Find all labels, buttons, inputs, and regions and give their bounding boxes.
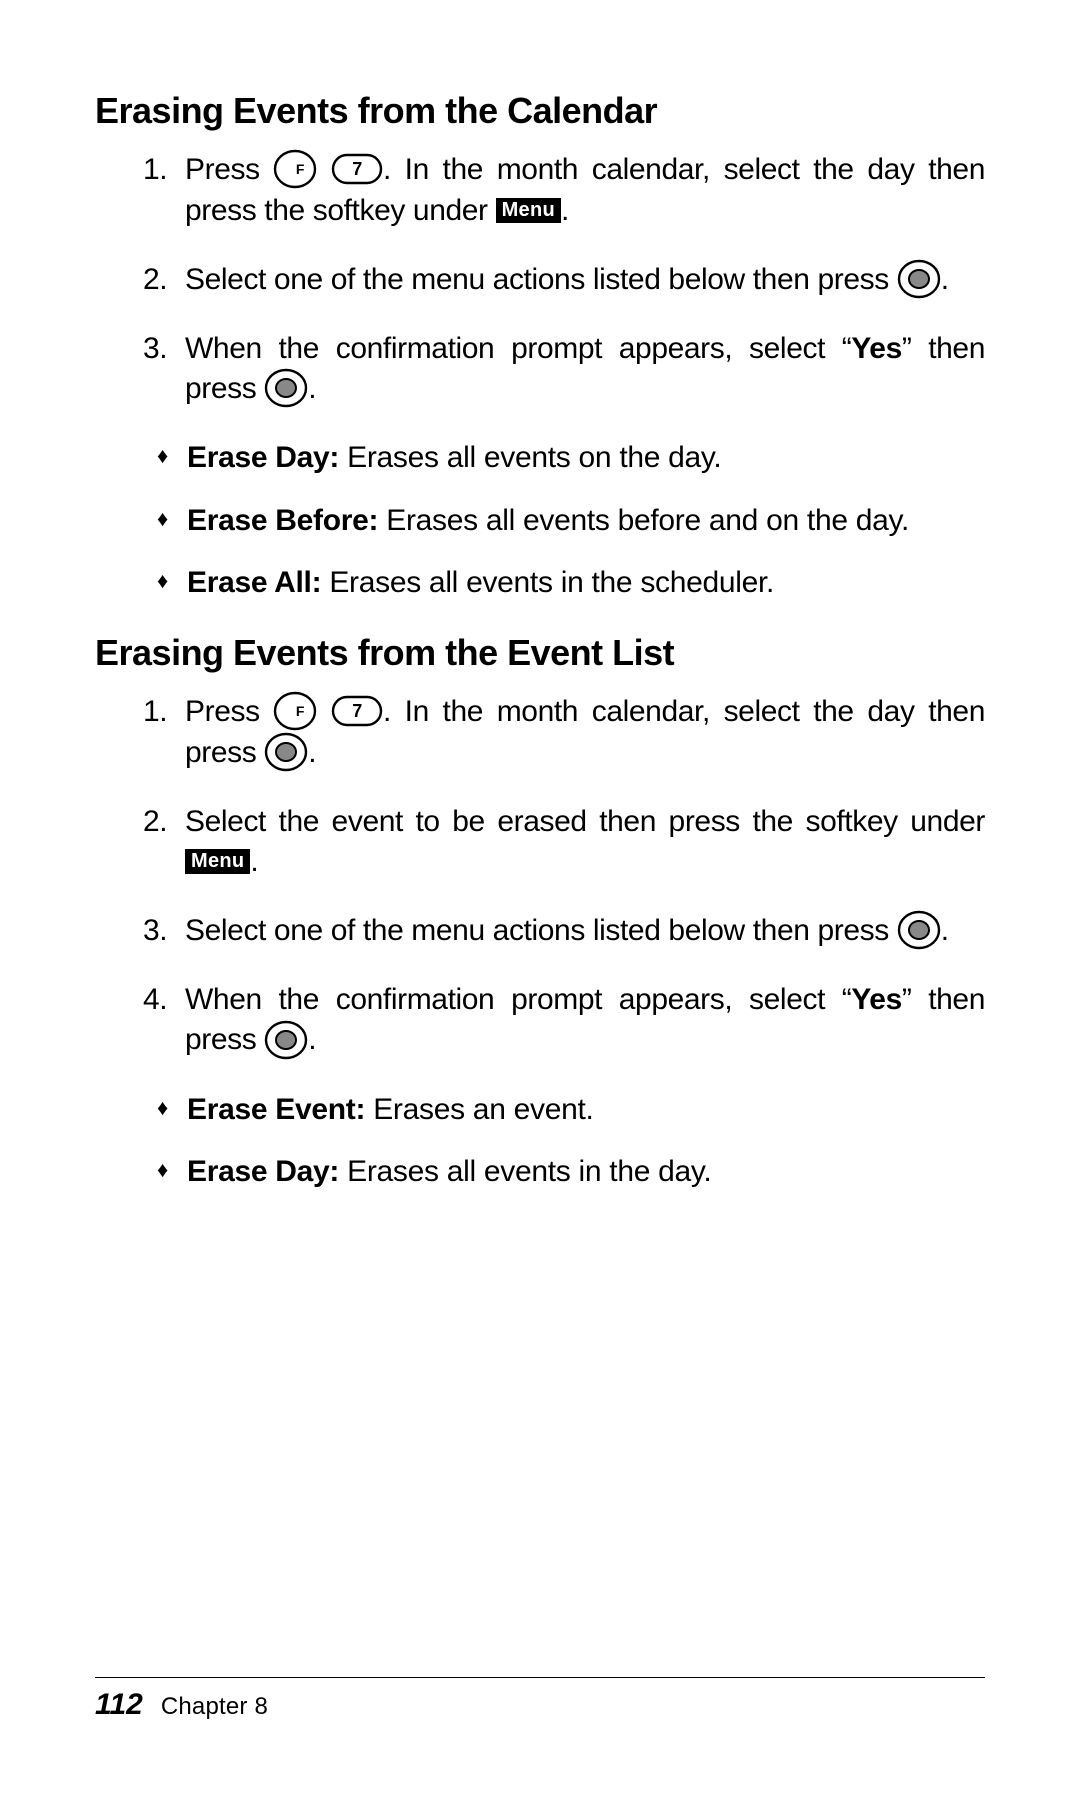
ordered-steps-event-list: Press F 7. In the month calendar, select…: [143, 692, 985, 1062]
bullet-term: Erase Day:: [187, 441, 347, 474]
bullet-term: Erase Before:: [187, 504, 386, 537]
svg-text:7: 7: [352, 159, 362, 179]
step-text: Select one of the menu actions listed be…: [185, 263, 897, 296]
bullet-term: Erase Event:: [187, 1093, 373, 1126]
step-3: When the confirmation prompt appears, se…: [143, 329, 985, 411]
bullet-list-event-list: Erase Event: Erases an event. Erase Day:…: [157, 1090, 985, 1193]
step-4: When the confirmation prompt appears, se…: [143, 980, 985, 1062]
step-2: Select the event to be erased then press…: [143, 802, 985, 883]
menu-badge-icon: Menu: [496, 198, 561, 223]
bullet-term: Erase All:: [187, 566, 329, 599]
section-heading-erasing-calendar: Erasing Events from the Calendar: [95, 90, 985, 132]
bullet-list-calendar: Erase Day: Erases all events on the day.…: [157, 438, 985, 604]
f-key-icon: F: [273, 691, 317, 731]
bullet-erase-day: Erase Day: Erases all events in the day.: [157, 1152, 985, 1193]
page-footer: 112 Chapter 8: [95, 1677, 985, 1722]
step-text: Press: [185, 153, 273, 186]
bullet-erase-before: Erase Before: Erases all events before a…: [157, 501, 985, 542]
bullet-desc: Erases all events on the day.: [347, 441, 721, 474]
bullet-desc: Erases all events before and on the day.: [386, 504, 909, 537]
step-1: Press F 7. In the month calendar, select…: [143, 150, 985, 232]
step-text: .: [561, 194, 569, 227]
bullet-erase-day: Erase Day: Erases all events on the day.: [157, 438, 985, 479]
step-text: Select one of the menu actions listed be…: [185, 914, 897, 947]
bullet-erase-all: Erase All: Erases all events in the sche…: [157, 563, 985, 604]
step-text: .: [308, 736, 316, 769]
svg-text:7: 7: [352, 701, 362, 721]
bullet-desc: Erases an event.: [373, 1093, 593, 1126]
yes-label: Yes: [851, 332, 902, 365]
ok-button-icon: [264, 368, 308, 408]
step-3: Select one of the menu actions listed be…: [143, 911, 985, 952]
chapter-label: Chapter 8: [161, 1693, 268, 1720]
step-text: .: [250, 845, 258, 878]
svg-text:F: F: [296, 703, 305, 719]
section-heading-erasing-event-list: Erasing Events from the Event List: [95, 632, 985, 674]
step-text: .: [308, 372, 316, 405]
bullet-term: Erase Day:: [187, 1155, 347, 1188]
bullet-desc: Erases all events in the scheduler.: [329, 566, 774, 599]
ordered-steps-calendar: Press F 7. In the month calendar, select…: [143, 150, 985, 410]
f-key-icon: F: [273, 149, 317, 189]
svg-text:F: F: [296, 161, 305, 177]
step-text: .: [941, 914, 949, 947]
step-text: When the confirmation prompt appears, se…: [185, 983, 851, 1016]
step-text: Press: [185, 695, 273, 728]
seven-key-icon: 7: [331, 695, 383, 727]
page-number: 112: [95, 1688, 143, 1721]
ok-button-icon: [897, 910, 941, 950]
ok-button-icon: [897, 259, 941, 299]
ok-button-icon: [264, 732, 308, 772]
bullet-erase-event: Erase Event: Erases an event.: [157, 1090, 985, 1131]
menu-badge-icon: Menu: [185, 849, 250, 874]
step-1: Press F 7. In the month calendar, select…: [143, 692, 985, 774]
yes-label: Yes: [851, 983, 902, 1016]
step-text: .: [308, 1023, 316, 1056]
step-text: .: [941, 263, 949, 296]
step-2: Select one of the menu actions listed be…: [143, 260, 985, 301]
seven-key-icon: 7: [331, 153, 383, 185]
bullet-desc: Erases all events in the day.: [347, 1155, 711, 1188]
step-text: Select the event to be erased then press…: [185, 805, 985, 838]
step-text: When the confirmation prompt appears, se…: [185, 332, 851, 365]
ok-button-icon: [264, 1020, 308, 1060]
